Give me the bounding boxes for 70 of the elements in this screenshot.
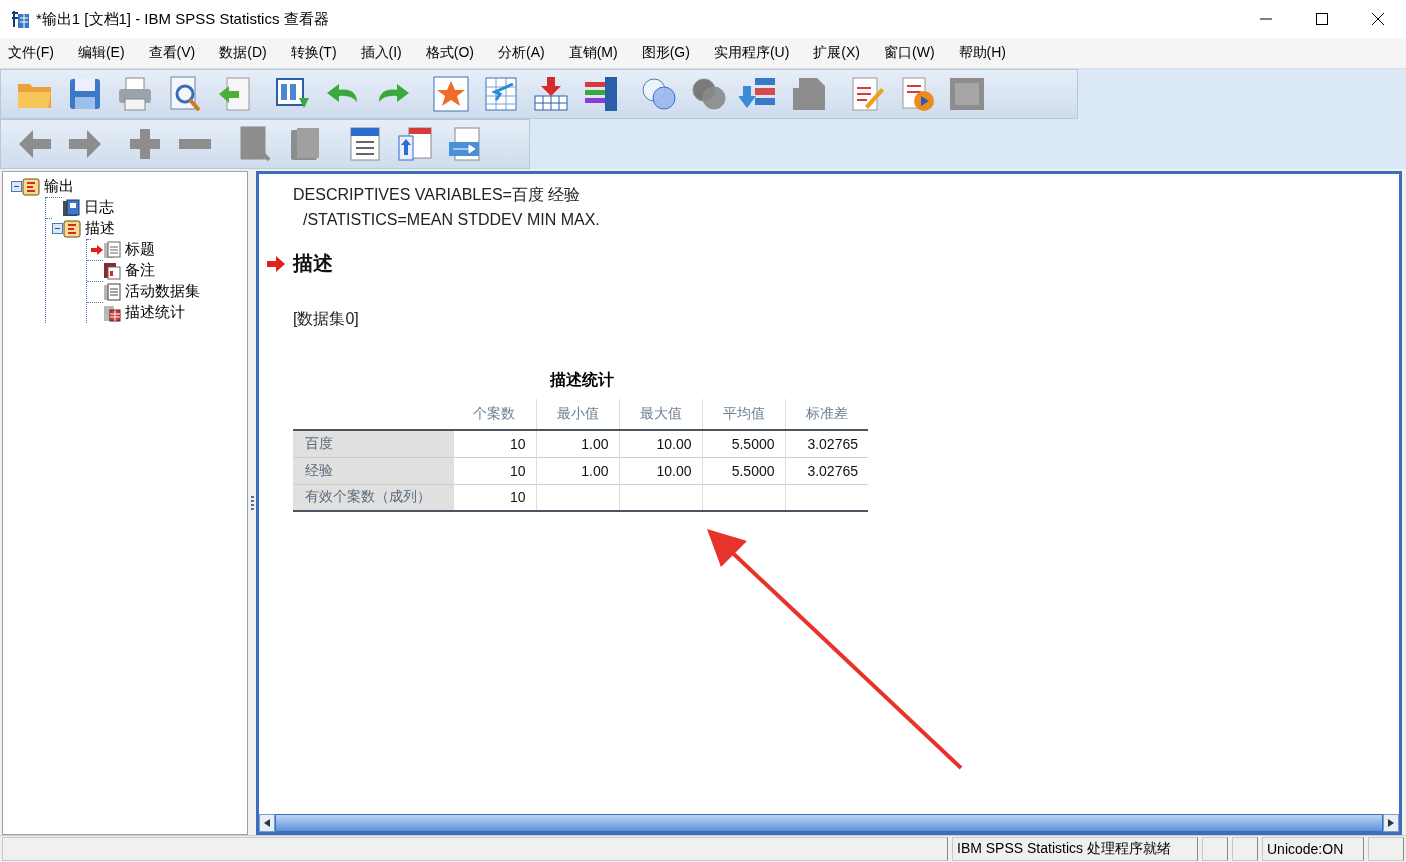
splitter-grip[interactable]: [250, 496, 254, 510]
maximize-icon: [1316, 13, 1328, 25]
window-title: *输出1 [文档1] - IBM SPSS Statistics 查看器: [36, 9, 330, 29]
close-icon: [1372, 13, 1384, 25]
table-cell: 10.00: [619, 430, 702, 457]
menu-item[interactable]: 分析(A): [492, 44, 551, 62]
left-caret-icon: [264, 819, 270, 827]
menu-item[interactable]: 扩展(X): [807, 44, 866, 62]
book-icon: [62, 198, 80, 217]
menu-item[interactable]: 文件(F): [2, 44, 60, 62]
outline-item[interactable]: 标题: [125, 240, 155, 259]
syntax-line: DESCRIPTIVES VARIABLES=百度 经验: [293, 185, 582, 205]
outline-item[interactable]: 输出: [44, 177, 74, 196]
table-cell: 10: [453, 484, 536, 511]
dataset-label: [数据集0]: [293, 309, 360, 329]
scrollbar-thumb[interactable]: [275, 814, 1383, 832]
row-header: 经验: [293, 457, 453, 484]
menu-item[interactable]: 帮助(H): [952, 44, 1012, 62]
right-caret-icon: [1388, 819, 1394, 827]
menu-item[interactable]: 直销(M): [562, 44, 624, 62]
status-text: Unicode:ON: [1262, 837, 1364, 861]
column-header: 最小值: [536, 399, 619, 430]
status-text: IBM SPSS Statistics 处理程序就绪: [952, 837, 1198, 861]
section-heading: 描述: [293, 251, 333, 276]
syntax-line: /STATISTICS=MEAN STDDEV MIN MAX.: [303, 210, 601, 230]
document-icon: [103, 282, 121, 301]
menu-item[interactable]: 编辑(E): [71, 44, 131, 62]
menu-item[interactable]: 数据(D): [213, 44, 273, 62]
table-cell: 5.5000: [702, 457, 785, 484]
table-cell: 1.00: [536, 430, 619, 457]
outline-item[interactable]: 日志: [84, 198, 114, 217]
table-cell: 10.00: [619, 457, 702, 484]
scroll-left-button[interactable]: [259, 814, 275, 832]
outline-item[interactable]: 备注: [125, 261, 155, 280]
table-cell: 10: [453, 430, 536, 457]
current-item-arrow-icon: [267, 255, 285, 272]
collapse-toggle[interactable]: [52, 223, 63, 234]
book-icon: [22, 177, 40, 196]
document-arrow-icon: [395, 124, 435, 164]
menu-item[interactable]: 实用程序(U): [707, 44, 796, 62]
column-header: 个案数: [453, 399, 536, 430]
download-icon: [531, 74, 571, 114]
menu-item[interactable]: 插入(I): [354, 44, 408, 62]
table-cell: 10: [453, 457, 536, 484]
app-icon: [10, 9, 30, 29]
row-header: 有效个案数（成列）: [293, 484, 453, 511]
collapse-toggle[interactable]: [11, 181, 22, 192]
menu-item[interactable]: 查看(V): [142, 44, 202, 62]
book-icon: [63, 219, 81, 238]
outline-item[interactable]: 活动数据集: [125, 282, 200, 301]
table-cell: 3.02765: [785, 457, 868, 484]
menu-item[interactable]: 图形(G): [635, 44, 696, 62]
outline-item[interactable]: 描述: [85, 219, 115, 238]
outline-item[interactable]: 描述统计: [125, 303, 185, 322]
table-cell: 1.00: [536, 457, 619, 484]
table-icon: [103, 303, 121, 322]
table-cell: 3.02765: [785, 430, 868, 457]
notes-icon: [103, 261, 121, 280]
menu-item[interactable]: 转换(T): [284, 44, 343, 62]
table-cell: 5.5000: [702, 430, 785, 457]
menu-item[interactable]: 窗口(W): [878, 44, 941, 62]
column-header: 最大值: [619, 399, 702, 430]
row-header: 百度: [293, 430, 453, 457]
menu-item[interactable]: 格式(O): [419, 44, 480, 62]
document-icon: [103, 240, 121, 259]
scroll-right-button[interactable]: [1383, 814, 1399, 832]
column-header: 平均值: [702, 399, 785, 430]
column-header: 标准差: [785, 399, 868, 430]
minus-icon: [179, 139, 211, 149]
table-title: 描述统计: [548, 370, 615, 390]
